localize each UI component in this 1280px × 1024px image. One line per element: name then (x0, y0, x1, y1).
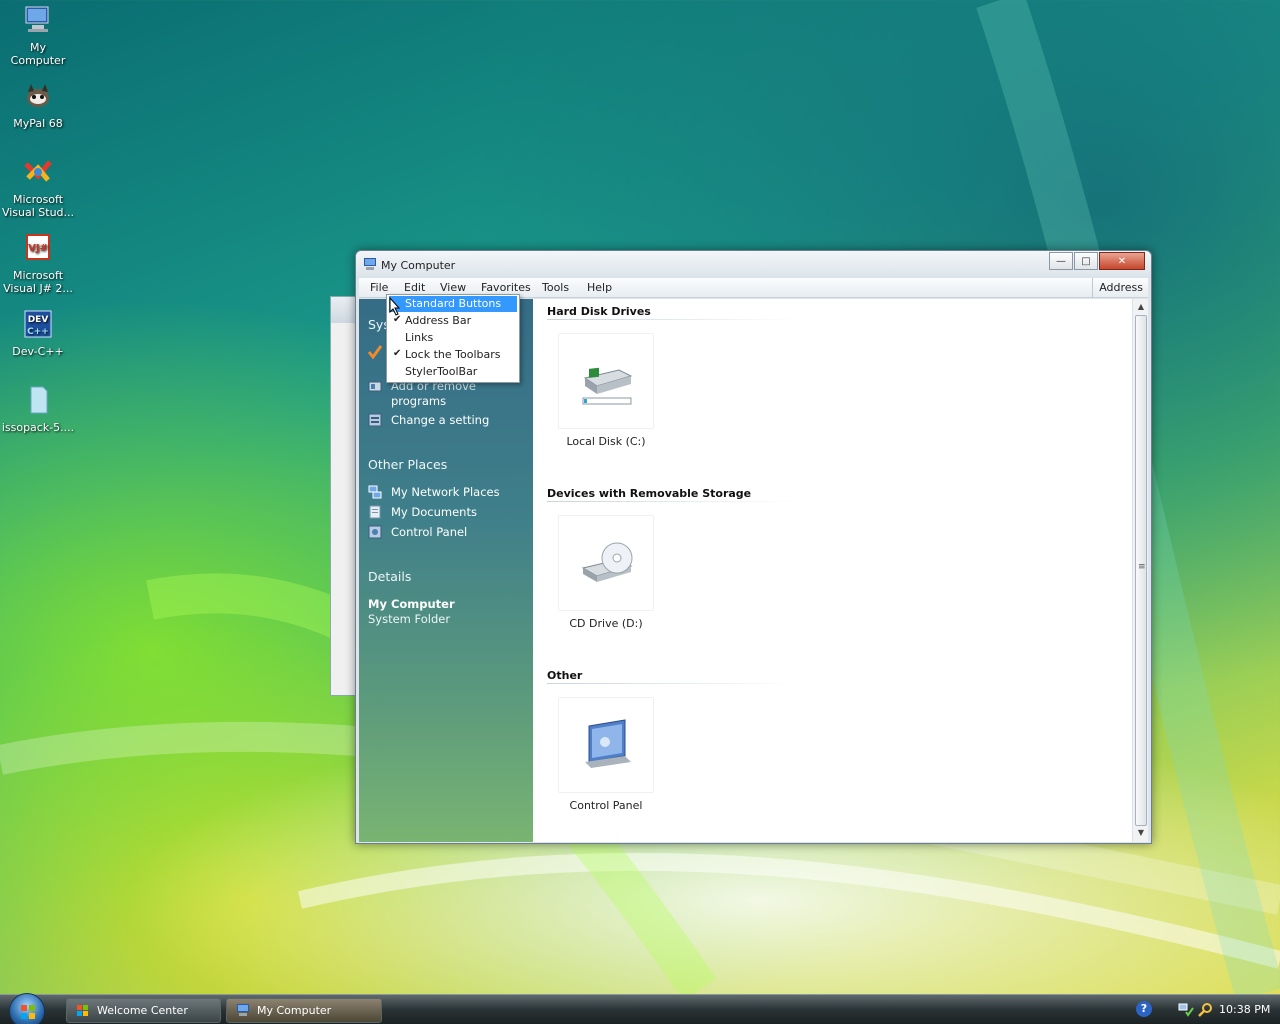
computer-icon (237, 1004, 249, 1016)
ctx-item-lock-toolbars[interactable]: ✔ Lock the Toolbars (389, 347, 517, 363)
caption-buttons: — □ ✕ (1049, 252, 1145, 270)
window-title: My Computer (381, 259, 456, 272)
toolbars-context-menu: Standard Buttons ✔ Address Bar Links ✔ L… (386, 294, 520, 383)
mouse-cursor-icon (389, 297, 401, 316)
start-button[interactable] (9, 993, 45, 1024)
group-divider (547, 683, 799, 684)
window-titlebar[interactable]: My Computer — □ ✕ (356, 251, 1151, 278)
item-tile-control-panel[interactable] (558, 697, 654, 793)
checkmark-icon: ✔ (393, 348, 402, 359)
add-remove-programs-icon (368, 381, 382, 392)
ctx-item-label: Lock the Toolbars (405, 348, 501, 361)
hard-disk-icon (582, 367, 633, 405)
checkmark-icon (368, 345, 382, 359)
menu-view[interactable]: View (440, 281, 466, 294)
svg-text:VJ#: VJ# (28, 243, 48, 254)
control-panel-icon (585, 719, 631, 768)
cd-drive-icon (581, 542, 633, 582)
place-link-network[interactable]: My Network Places (391, 485, 500, 500)
menu-edit[interactable]: Edit (404, 281, 425, 294)
system-clock[interactable]: 10:38 PM (1219, 1003, 1270, 1016)
scroll-down-arrow-icon[interactable]: ▼ (1133, 826, 1149, 840)
group-title-other: Other (547, 669, 583, 682)
svg-text:C++: C++ (27, 327, 49, 337)
group-title-removable: Devices with Removable Storage (547, 487, 752, 500)
vjsharp-icon: VJ# (26, 234, 50, 260)
windows-flag-icon (77, 1005, 88, 1016)
ctx-item-label: StylerToolBar (405, 365, 478, 378)
taskbar-button-welcome-center[interactable]: Welcome Center (66, 998, 221, 1023)
details-heading[interactable]: Details (368, 569, 411, 584)
help-icon[interactable]: ? (1136, 1001, 1152, 1017)
vertical-scrollbar[interactable]: ▲ ≡ ▼ (1132, 299, 1148, 842)
desktop-icon-visual-studio[interactable]: Microsoft Visual Stud... (1, 156, 75, 219)
content-area: Hard Disk Drives Local Disk (C:) Devices… (533, 299, 1134, 842)
ctx-item-styler-toolbar[interactable]: StylerToolBar (389, 364, 517, 380)
group-divider (547, 501, 799, 502)
ctx-item-standard-buttons[interactable]: Standard Buttons (389, 296, 517, 312)
place-link-control-panel[interactable]: Control Panel (391, 525, 467, 540)
computer-icon (364, 258, 376, 270)
ctx-item-label: Links (405, 331, 434, 344)
group-divider (547, 319, 799, 320)
raccoon-icon (27, 84, 49, 107)
scroll-up-arrow-icon[interactable]: ▲ (1133, 300, 1149, 314)
desktop-icon-label: Microsoft Visual Stud... (1, 193, 75, 219)
item-label-control-panel[interactable]: Control Panel (536, 799, 676, 812)
taskbar: Welcome Center My Computer ? 10:38 PM (0, 993, 1280, 1024)
svg-text:DEV: DEV (28, 315, 49, 325)
close-button[interactable]: ✕ (1099, 252, 1145, 270)
desktop-icon-label: Microsoft Visual J# 2... (3, 269, 73, 295)
group-title-hard-disks: Hard Disk Drives (547, 305, 651, 318)
menu-file[interactable]: File (370, 281, 388, 294)
menu-tools[interactable]: Tools (542, 281, 569, 294)
control-panel-icon (368, 525, 382, 539)
menu-favorites[interactable]: Favorites (481, 281, 531, 294)
drive-tile-cd[interactable] (558, 515, 654, 611)
desktop-icon-my-computer[interactable]: My Computer (1, 4, 75, 67)
settings-icon (368, 413, 382, 427)
windows-logo-icon (21, 1005, 35, 1019)
menu-help[interactable]: Help (587, 281, 612, 294)
details-title: My Computer (368, 597, 455, 611)
place-link-documents[interactable]: My Documents (391, 505, 477, 520)
documents-icon (369, 505, 381, 519)
minimize-button[interactable]: — (1049, 252, 1073, 270)
network-places-icon (368, 485, 382, 499)
grip-icon: ≡ (1138, 562, 1146, 572)
desktop-icon-label: MyPal 68 (13, 117, 63, 130)
ctx-item-address-bar[interactable]: ✔ Address Bar (389, 313, 517, 329)
desktop-icon-vjsharp[interactable]: VJ# Microsoft Visual J# 2... (1, 232, 75, 295)
desktop-icon-label: issopack-5.... (1, 421, 75, 434)
computer-icon (25, 6, 49, 32)
drive-tile-local-disk[interactable] (558, 333, 654, 429)
file-icon (30, 386, 48, 414)
scroll-thumb[interactable]: ≡ (1135, 315, 1147, 826)
network-icon[interactable] (1178, 1002, 1194, 1018)
taskbar-button-label: Welcome Center (97, 1004, 188, 1017)
drive-label-cd[interactable]: CD Drive (D:) (536, 617, 676, 630)
task-link-change-setting[interactable]: Change a setting (391, 413, 489, 428)
desktop-icon-issopack[interactable]: issopack-5.... (1, 384, 75, 434)
search-icon[interactable] (1198, 1002, 1214, 1018)
taskbar-button-label: My Computer (257, 1004, 332, 1017)
task-link-add-remove-line2[interactable]: programs (391, 394, 446, 409)
visual-studio-icon (24, 160, 52, 182)
drive-label-local-disk[interactable]: Local Disk (C:) (536, 435, 676, 448)
details-subtitle: System Folder (368, 612, 451, 626)
address-bar-label[interactable]: Address (1092, 278, 1148, 298)
desktop-icon-label: My Computer (10, 41, 66, 67)
ctx-item-links[interactable]: Links (389, 330, 517, 346)
ctx-item-label: Standard Buttons (405, 297, 502, 310)
maximize-button[interactable]: □ (1074, 252, 1098, 270)
other-places-heading[interactable]: Other Places (368, 457, 447, 472)
desktop-icon-devcpp[interactable]: DEV C++ Dev-C++ (1, 308, 75, 358)
desktop-icon-label: Dev-C++ (12, 345, 64, 358)
taskbar-button-my-computer[interactable]: My Computer (226, 998, 382, 1023)
ctx-item-label: Address Bar (405, 314, 472, 327)
desktop-icon-mypal[interactable]: MyPal 68 (1, 80, 75, 130)
devcpp-icon: DEV C++ (24, 310, 52, 338)
